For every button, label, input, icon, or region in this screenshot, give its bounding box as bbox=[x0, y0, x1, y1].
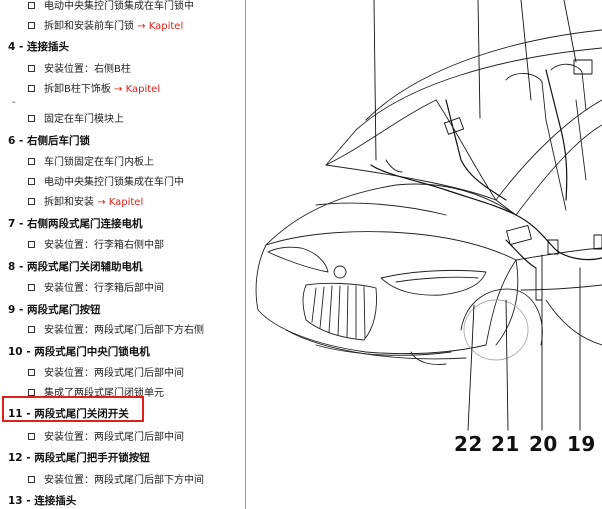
checkbox-bullet-icon bbox=[28, 389, 35, 396]
item-heading: 7 - 右侧两段式尾门连接电机 bbox=[8, 218, 143, 230]
list-item: 车门锁固定在车门内板上 bbox=[28, 153, 154, 168]
list-item: 电动中央集控门锁集成在车门中 bbox=[28, 173, 184, 188]
callout-number: 19 bbox=[567, 432, 596, 456]
checkbox-bullet-icon bbox=[28, 476, 35, 483]
item-heading-highlighted: 11 - 两段式尾门关闭开关 bbox=[8, 408, 129, 420]
list-item: 安装位置：两段式尾门后部下方中间 bbox=[28, 471, 204, 486]
checkbox-bullet-icon bbox=[28, 433, 35, 440]
list-item: 安装位置：两段式尾门后部中间 bbox=[28, 428, 184, 443]
item-heading: 10 - 两段式尾门中央门锁电机 bbox=[8, 346, 150, 358]
item-heading: 9 - 两段式尾门按钮 bbox=[8, 304, 101, 316]
item-heading: 12 - 两段式尾门把手开锁按钮 bbox=[8, 452, 150, 464]
list-item: 拆卸和安装 → Kapitel bbox=[28, 193, 143, 208]
callout-number: 20 bbox=[529, 432, 558, 456]
list-item: 拆卸和安装前车门锁 → Kapitel bbox=[28, 17, 183, 32]
callout-number: 21 bbox=[491, 432, 520, 456]
checkbox-bullet-icon bbox=[28, 198, 35, 205]
checkbox-bullet-icon bbox=[28, 2, 35, 9]
callout-number: 22 bbox=[454, 432, 483, 456]
checkbox-bullet-icon bbox=[28, 158, 35, 165]
item-heading: 6 - 右侧后车门锁 bbox=[8, 135, 90, 147]
kapitel-link[interactable]: → Kapitel bbox=[94, 197, 143, 208]
checkbox-bullet-icon bbox=[28, 241, 35, 248]
checkbox-bullet-icon bbox=[28, 284, 35, 291]
checkbox-bullet-icon bbox=[28, 369, 35, 376]
parts-list: 电动中央集控门锁集成在车门锁中 拆卸和安装前车门锁 → Kapitel 4 - … bbox=[0, 0, 244, 509]
checkbox-bullet-icon bbox=[28, 178, 35, 185]
checkbox-bullet-icon bbox=[28, 65, 35, 72]
list-item: 安装位置：右侧B柱 bbox=[28, 60, 131, 75]
list-item: 固定在车门模块上 bbox=[28, 110, 124, 125]
kapitel-link[interactable]: → Kapitel bbox=[134, 21, 183, 32]
checkbox-bullet-icon bbox=[28, 326, 35, 333]
checkbox-bullet-icon bbox=[28, 22, 35, 29]
list-item: 电动中央集控门锁集成在车门锁中 bbox=[28, 0, 194, 12]
checkbox-bullet-icon bbox=[28, 115, 35, 122]
kapitel-link[interactable]: → Kapitel bbox=[111, 84, 160, 95]
list-item: 安装位置：行李箱右侧中部 bbox=[28, 236, 164, 251]
list-item: 安装位置：行李箱后部中间 bbox=[28, 279, 164, 294]
list-item: 安装位置：两段式尾门后部下方右侧 bbox=[28, 321, 204, 336]
list-item: 拆卸B柱下饰板 → Kapitel bbox=[28, 80, 160, 95]
item-heading: 4 - 连接插头 bbox=[8, 41, 69, 53]
list-item: 安装位置：两段式尾门后部中间 bbox=[28, 364, 184, 379]
separator-dash: - bbox=[12, 97, 16, 108]
checkbox-bullet-icon bbox=[28, 85, 35, 92]
car-diagram: 22 21 20 19 bbox=[246, 0, 602, 509]
item-heading: 8 - 两段式尾门关闭辅助电机 bbox=[8, 261, 143, 273]
item-heading: 13 - 连接插头 bbox=[8, 495, 77, 507]
